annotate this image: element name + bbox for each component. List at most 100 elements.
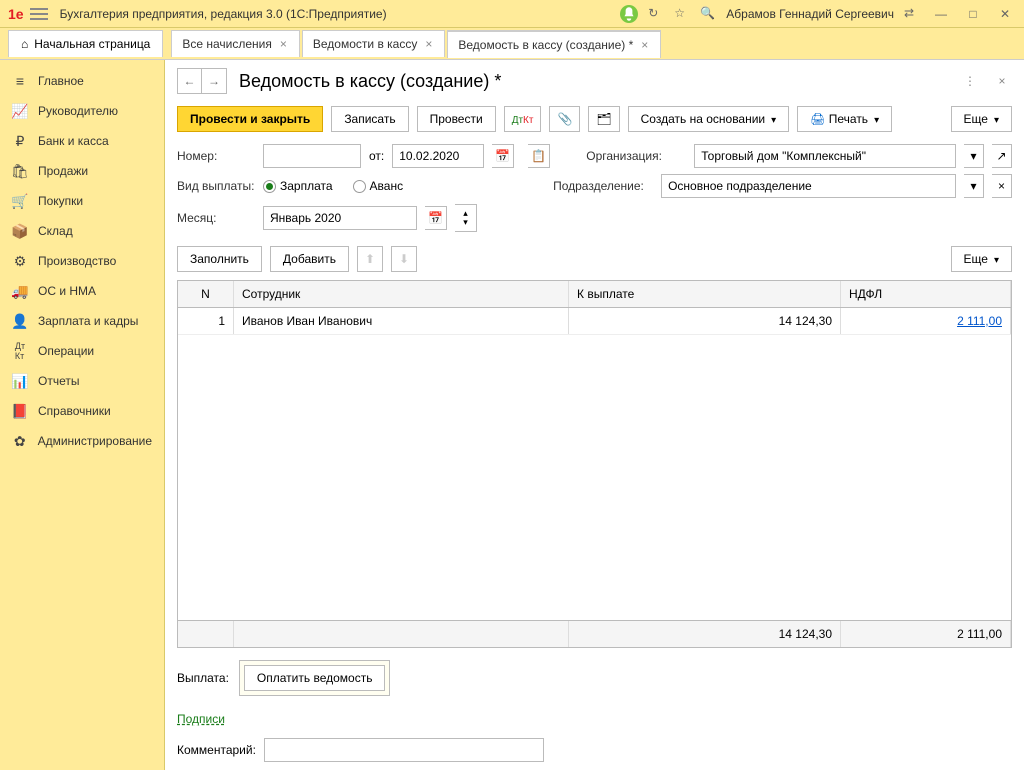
org-open-button[interactable]: ↗ <box>992 144 1012 168</box>
paytype-advance-radio[interactable]: Аванс <box>353 179 404 193</box>
titlebar: 1e Бухгалтерия предприятия, редакция 3.0… <box>0 0 1024 28</box>
dep-dropdown-button[interactable]: ▾ <box>964 174 984 198</box>
sidebar-item-sales[interactable]: 🛍Продажи <box>0 156 164 186</box>
home-tab[interactable]: ⌂ Начальная страница <box>8 30 163 57</box>
home-icon: ⌂ <box>21 37 28 51</box>
sidebar-item-production[interactable]: ⚙Производство <box>0 246 164 276</box>
sidebar-item-assets[interactable]: 🚚ОС и НМА <box>0 276 164 306</box>
sidebar-item-manager[interactable]: 📈Руководителю <box>0 96 164 126</box>
cell-ndfl[interactable]: 2 111,00 <box>841 308 1011 334</box>
dep-clear-button[interactable]: × <box>992 174 1012 198</box>
content-area: ← → Ведомость в кассу (создание) * ⋮ × П… <box>165 60 1024 770</box>
sidebar-item-bank[interactable]: ₽Банк и касса <box>0 126 164 156</box>
create-based-on-button[interactable]: Создать на основании▾ <box>628 106 790 132</box>
post-button[interactable]: Провести <box>417 106 496 132</box>
signatures-link[interactable]: Подписи <box>177 712 1012 726</box>
datefrom-label: от: <box>369 149 384 163</box>
org-dropdown-button[interactable]: ▾ <box>964 144 984 168</box>
person-icon: 👤 <box>12 313 28 329</box>
tab-statement-create[interactable]: Ведомость в кассу (создание) * × <box>447 30 661 58</box>
boxes-icon: 📦 <box>12 223 28 239</box>
dep-label: Подразделение: <box>553 179 653 193</box>
sidebar-item-admin[interactable]: ✿Администрирование <box>0 426 164 456</box>
calendar-button[interactable]: 📅 <box>492 144 514 168</box>
related-button[interactable]: 🗂 <box>588 106 619 132</box>
menu-icon: ≡ <box>12 73 28 89</box>
user-name[interactable]: Абрамов Геннадий Сергеевич <box>726 7 894 21</box>
sidebar-item-warehouse[interactable]: 📦Склад <box>0 216 164 246</box>
sidebar-item-main[interactable]: ≡Главное <box>0 66 164 96</box>
table-row[interactable]: 1 Иванов Иван Иванович 14 124,30 2 111,0… <box>178 308 1011 335</box>
cart-icon: 🛒 <box>12 193 28 209</box>
col-n-header[interactable]: N <box>178 281 234 307</box>
number-field[interactable] <box>263 144 361 168</box>
gear-icon: ⚙ <box>12 253 28 269</box>
more-button[interactable]: Еще▾ <box>951 106 1012 132</box>
date-field[interactable] <box>392 144 484 168</box>
add-button[interactable]: Добавить <box>270 246 349 272</box>
org-select[interactable]: Торговый дом "Комплексный" <box>694 144 956 168</box>
approve-close-button[interactable]: Провести и закрыть <box>177 106 323 132</box>
adjust-icon[interactable]: ⇄ <box>904 6 920 22</box>
tabbar: ⌂ Начальная страница Все начисления × Ве… <box>0 28 1024 60</box>
close-page-icon[interactable]: × <box>992 71 1012 91</box>
kebab-icon[interactable]: ⋮ <box>960 71 980 91</box>
bell-icon[interactable] <box>620 5 638 23</box>
number-label: Номер: <box>177 149 255 163</box>
dep-select[interactable]: Основное подразделение <box>661 174 956 198</box>
col-topay-header[interactable]: К выплате <box>569 281 841 307</box>
move-down-button[interactable]: ⬇ <box>391 246 417 272</box>
tab-all-accruals[interactable]: Все начисления × <box>171 30 300 57</box>
history-icon[interactable]: ↻ <box>648 6 664 22</box>
payout-label: Выплата: <box>177 671 229 685</box>
bars-icon: 📊 <box>12 373 28 389</box>
month-label: Месяц: <box>177 211 255 225</box>
book-icon: 📕 <box>12 403 28 419</box>
month-stepper[interactable]: ▴▾ <box>455 204 477 232</box>
dtkt-button[interactable]: ДтКт <box>504 106 542 132</box>
sidebar-item-catalogs[interactable]: 📕Справочники <box>0 396 164 426</box>
tab-label: Ведомости в кассу <box>313 37 417 51</box>
col-employee-header[interactable]: Сотрудник <box>234 281 569 307</box>
nav-forward-button[interactable]: → <box>202 69 226 93</box>
month-calendar-button[interactable]: 📅 <box>425 206 447 230</box>
maximize-button[interactable]: □ <box>962 3 984 25</box>
sidebar-item-purchases[interactable]: 🛒Покупки <box>0 186 164 216</box>
close-icon[interactable]: × <box>278 37 289 51</box>
hamburger-icon[interactable] <box>30 8 48 20</box>
minimize-button[interactable]: — <box>930 3 952 25</box>
org-label: Организация: <box>586 149 686 163</box>
write-button[interactable]: Записать <box>331 106 408 132</box>
table-more-button[interactable]: Еще▾ <box>951 246 1012 272</box>
close-button[interactable]: ✕ <box>994 3 1016 25</box>
paytype-salary-radio[interactable]: Зарплата <box>263 179 333 193</box>
cell-employee: Иванов Иван Иванович <box>234 308 569 334</box>
sidebar-item-salary[interactable]: 👤Зарплата и кадры <box>0 306 164 336</box>
attach-button[interactable]: 📎 <box>549 106 580 132</box>
pay-statement-button[interactable]: Оплатить ведомость <box>244 665 386 691</box>
payout-wrap: Оплатить ведомость <box>239 660 391 696</box>
fill-button[interactable]: Заполнить <box>177 246 262 272</box>
nav-back-button[interactable]: ← <box>178 69 202 93</box>
col-ndfl-header[interactable]: НДФЛ <box>841 281 1011 307</box>
star-icon[interactable]: ☆ <box>674 6 690 22</box>
sidebar-item-operations[interactable]: ДтКтОперации <box>0 336 164 366</box>
move-up-button[interactable]: ⬆ <box>357 246 383 272</box>
print-button[interactable]: 🖨 Печать▾ <box>797 106 892 132</box>
chart-icon: 📈 <box>12 103 28 119</box>
search-icon[interactable]: 🔍 <box>700 6 716 22</box>
sidebar-item-reports[interactable]: 📊Отчеты <box>0 366 164 396</box>
close-icon[interactable]: × <box>639 38 650 52</box>
close-icon[interactable]: × <box>423 37 434 51</box>
tab-label: Все начисления <box>182 37 272 51</box>
tab-statements[interactable]: Ведомости в кассу × <box>302 30 445 57</box>
logo-1c: 1e <box>8 6 24 22</box>
month-field[interactable] <box>263 206 417 230</box>
bag-icon: 🛍 <box>12 163 28 179</box>
calendar-ext-button[interactable]: 📋 <box>528 144 550 168</box>
radio-icon <box>353 180 366 193</box>
cell-n: 1 <box>178 308 234 334</box>
comment-field[interactable] <box>264 738 544 762</box>
cell-topay: 14 124,30 <box>569 308 841 334</box>
nav-arrows: ← → <box>177 68 227 94</box>
